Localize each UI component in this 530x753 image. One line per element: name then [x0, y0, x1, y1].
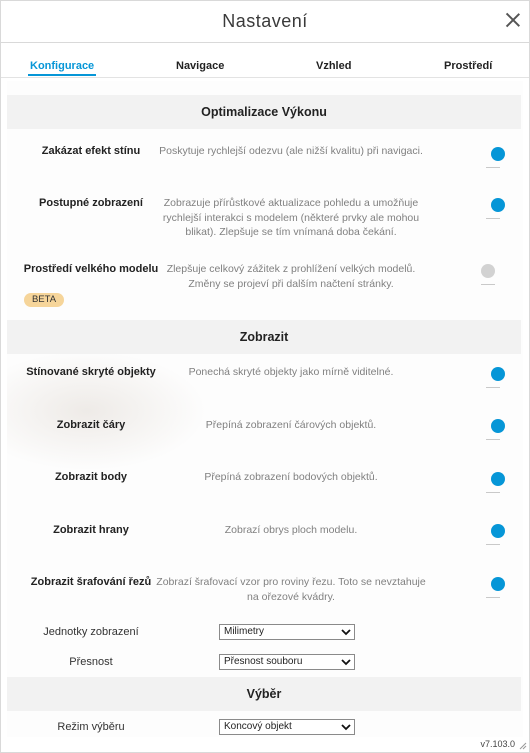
- section-performance-title: Optimalizace Výkonu: [7, 95, 521, 129]
- setting-label: Stínované skryté objekty: [26, 366, 156, 378]
- setting-description: Zobrazí obrys ploch modelu.: [224, 524, 358, 536]
- chevron-down-icon: [341, 629, 351, 636]
- tab-environment[interactable]: Prostředí: [444, 60, 492, 72]
- disable-shadow-toggle[interactable]: [486, 147, 505, 171]
- show-edges-toggle[interactable]: [486, 524, 505, 548]
- setting-description: Zobrazuje přírůstkové aktualizace pohled…: [162, 197, 420, 238]
- setting-description: Přepíná zobrazení čárových objektů.: [205, 419, 377, 431]
- settings-content[interactable]: Optimalizace Výkonu Zakázat efekt stínu …: [7, 81, 523, 737]
- settings-dialog: Nastavení Konfigurace Navigace Vzhled Pr…: [0, 0, 530, 753]
- progressive-display-toggle[interactable]: [486, 198, 505, 222]
- resize-grip-icon[interactable]: [519, 742, 527, 750]
- show-lines-toggle[interactable]: [486, 419, 505, 443]
- setting-description: Zobrazí šrafovací vzor pro roviny řezu. …: [156, 576, 426, 603]
- selection-mode-select[interactable]: Koncový objekt: [219, 719, 355, 735]
- setting-description: Zlepšuje celkový zážitek z prohlížení ve…: [166, 263, 416, 290]
- setting-label: Zobrazit šrafování řezů: [30, 576, 152, 588]
- setting-label: Zobrazit body: [54, 471, 128, 483]
- tab-configuration[interactable]: Konfigurace: [27, 60, 97, 76]
- selection-mode-label: Režim výběru: [57, 721, 125, 733]
- tab-appearance[interactable]: Vzhled: [316, 60, 351, 72]
- section-display-title: Zobrazit: [7, 320, 521, 354]
- setting-label: Zobrazit hrany: [53, 524, 129, 536]
- dialog-header: Nastavení: [1, 1, 529, 43]
- large-model-toggle[interactable]: [476, 264, 495, 288]
- setting-label: Prostředí velkého modelu: [23, 263, 159, 275]
- setting-description: Poskytuje rychlejší odezvu (ale nižší kv…: [159, 145, 423, 157]
- precision-label: Přesnost: [69, 656, 113, 668]
- close-icon[interactable]: [505, 12, 521, 28]
- show-points-toggle[interactable]: [486, 472, 505, 496]
- chevron-down-icon: [341, 659, 351, 666]
- setting-description: Ponechá skryté objekty jako mírně vidite…: [188, 366, 394, 378]
- setting-label: Zakázat efekt stínu: [41, 145, 141, 157]
- beta-badge: BETA: [24, 293, 64, 307]
- tab-bar: Konfigurace Navigace Vzhled Prostředí: [1, 44, 529, 78]
- tab-navigation[interactable]: Navigace: [176, 60, 224, 72]
- ghost-hidden-toggle[interactable]: [486, 367, 505, 391]
- section-hatch-toggle[interactable]: [486, 577, 505, 601]
- chevron-down-icon: [341, 724, 351, 731]
- precision-select[interactable]: Přesnost souboru: [219, 654, 355, 670]
- precision-select-value: Přesnost souboru: [224, 656, 303, 667]
- units-select[interactable]: Milimetry: [219, 624, 355, 640]
- section-selection-title: Výběr: [7, 677, 521, 711]
- setting-description: Přepíná zobrazení bodových objektů.: [204, 471, 378, 483]
- setting-label: Postupné zobrazení: [39, 197, 143, 209]
- setting-label: Zobrazit čáry: [56, 419, 126, 431]
- units-select-value: Milimetry: [224, 626, 264, 637]
- version-label: v7.103.0: [480, 739, 515, 749]
- selection-mode-select-value: Koncový objekt: [224, 721, 292, 732]
- dialog-title: Nastavení: [222, 11, 308, 31]
- units-label: Jednotky zobrazení: [43, 626, 139, 638]
